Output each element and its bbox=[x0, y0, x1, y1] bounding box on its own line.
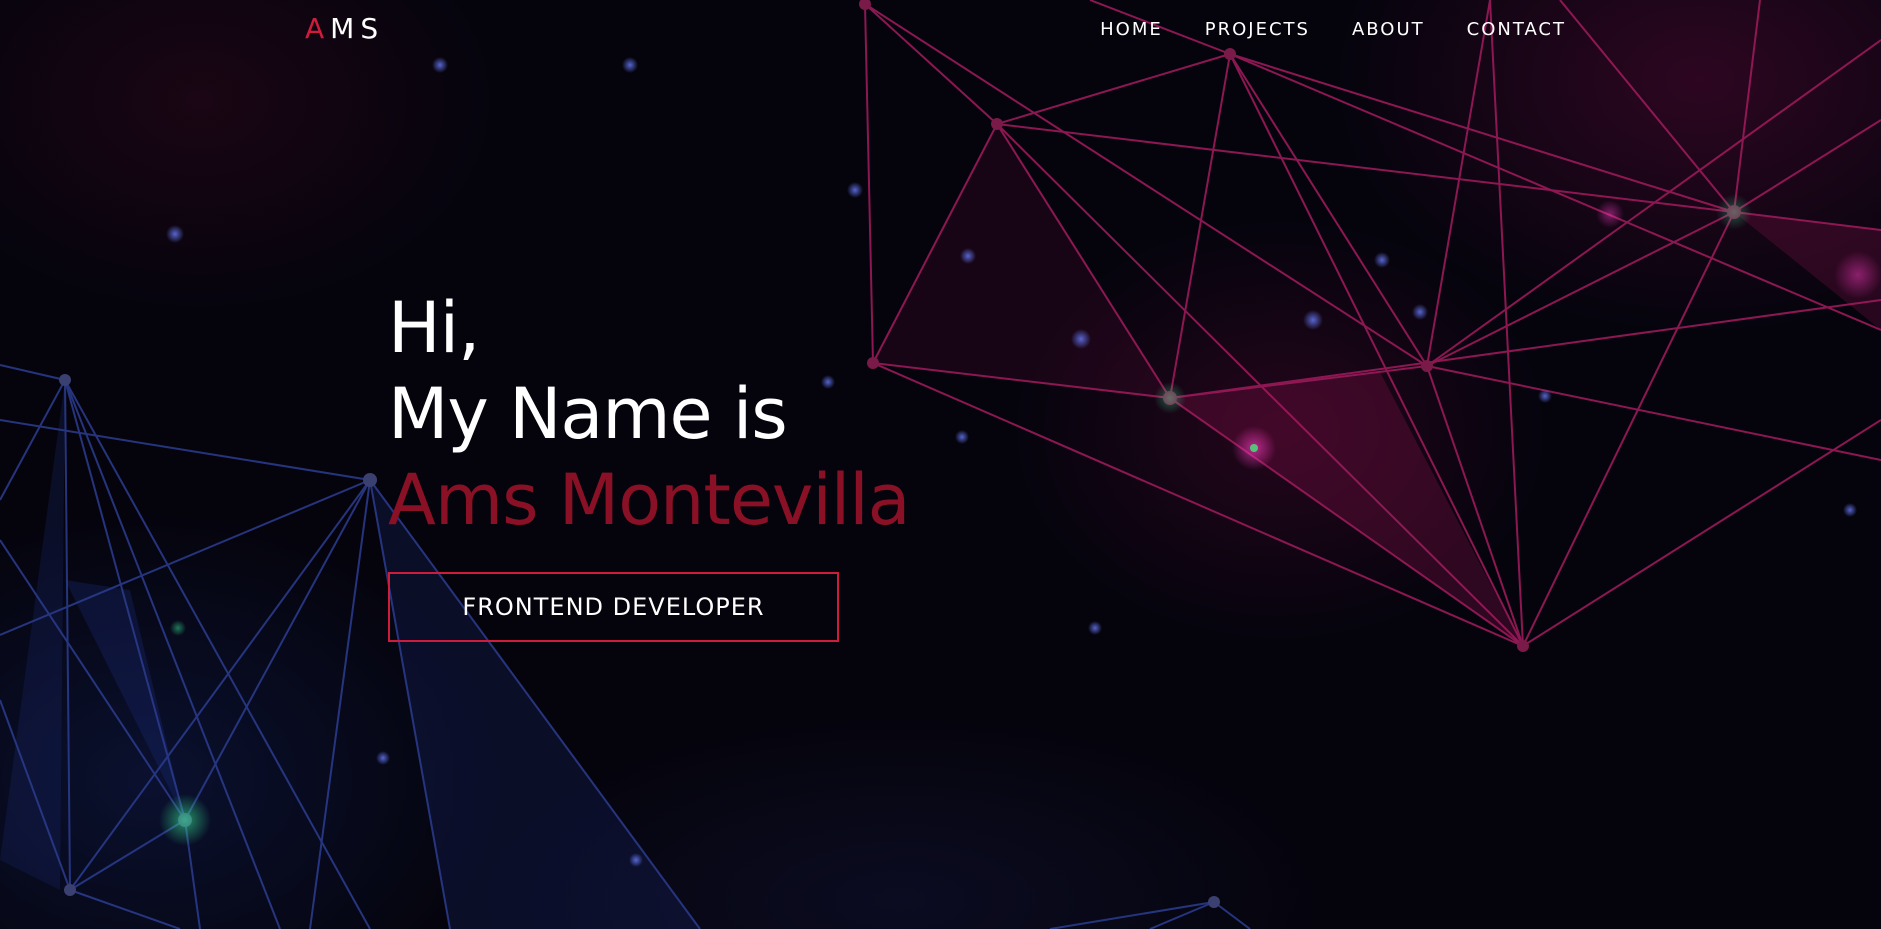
nav-about-link[interactable]: ABOUT bbox=[1352, 19, 1425, 40]
nav-projects-link[interactable]: PROJECTS bbox=[1205, 19, 1310, 40]
navbar: AMS HOME PROJECTS ABOUT CONTACT bbox=[0, 0, 1881, 60]
hero-heading: Hi, My Name is Ams Montevilla bbox=[388, 285, 911, 543]
logo-rest: MS bbox=[330, 12, 385, 45]
frontend-developer-button[interactable]: FRONTEND DEVELOPER bbox=[388, 572, 839, 642]
magenta-network bbox=[859, 0, 1881, 652]
hero-greeting: Hi, bbox=[388, 287, 480, 369]
hero-intro: My Name is bbox=[388, 373, 788, 455]
nav-links: HOME PROJECTS ABOUT CONTACT bbox=[1100, 19, 1566, 40]
page: AMS HOME PROJECTS ABOUT CONTACT Hi, My N… bbox=[0, 0, 1881, 929]
nav-home-link[interactable]: HOME bbox=[1100, 19, 1163, 40]
hero-name: Ams Montevilla bbox=[388, 459, 911, 541]
logo[interactable]: AMS bbox=[305, 12, 384, 45]
logo-accent-letter: A bbox=[305, 12, 331, 45]
polygon-network-background bbox=[0, 0, 1881, 929]
nav-contact-link[interactable]: CONTACT bbox=[1467, 19, 1566, 40]
